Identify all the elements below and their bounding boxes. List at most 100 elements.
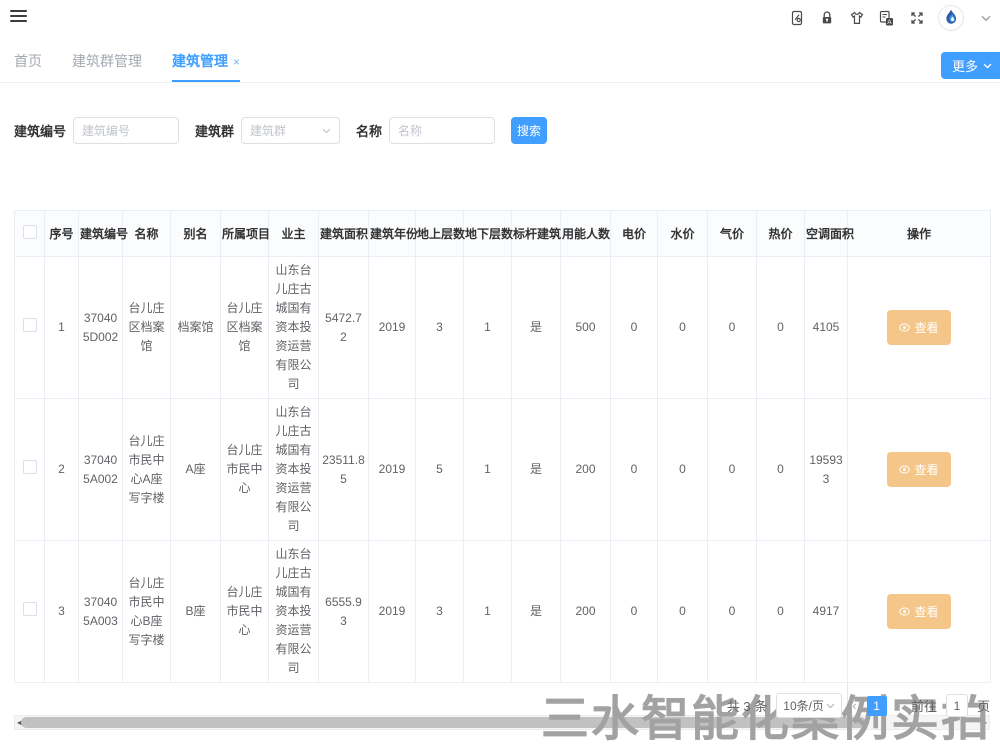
row-checkbox[interactable] — [23, 318, 37, 332]
next-page-icon[interactable]: › — [896, 698, 902, 713]
prev-page-icon[interactable]: ‹ — [851, 698, 857, 713]
cell-alias: 档案馆 — [171, 257, 221, 399]
name-input[interactable] — [389, 117, 495, 144]
header-project: 所属项目 — [221, 211, 269, 257]
header-area: 建筑面积 — [319, 211, 369, 257]
cell-ac-area: 195933 — [805, 399, 848, 541]
header-gas-price: 气价 — [708, 211, 757, 257]
cell-elec-price: 0 — [611, 257, 658, 399]
eye-icon — [899, 323, 910, 332]
user-menu-chevron-icon[interactable] — [977, 10, 994, 27]
building-table: 序号 建筑编号 名称 别名 所属项目 业主 建筑面积 建筑年份 地上层数 地下层… — [14, 210, 990, 730]
header-owner: 业主 — [269, 211, 319, 257]
cell-area: 5472.72 — [319, 257, 369, 399]
tabbar: 首页 建筑群管理 建筑管理× 更多 — [0, 48, 1000, 83]
cell-action: 查看 — [848, 541, 991, 683]
tab-home[interactable]: 首页 — [14, 51, 42, 82]
cell-project: 台儿庄市民中心 — [221, 399, 269, 541]
cell-gas-price: 0 — [708, 257, 757, 399]
cell-ac-area: 4917 — [805, 541, 848, 683]
cell-action: 查看 — [848, 399, 991, 541]
avatar[interactable] — [938, 5, 964, 31]
page-unit-label: 页 — [977, 696, 990, 715]
lock-icon[interactable] — [818, 10, 835, 27]
row-checkbox[interactable] — [23, 460, 37, 474]
theme-icon[interactable] — [848, 10, 865, 27]
eye-icon — [899, 607, 910, 616]
cell-name: 台儿庄市民中心A座写字楼 — [123, 399, 171, 541]
row-checkbox[interactable] — [23, 602, 37, 616]
cell-name: 台儿庄区档案馆 — [123, 257, 171, 399]
log-icon[interactable] — [788, 10, 805, 27]
table-row: 1 370405D002 台儿庄区档案馆 档案馆 台儿庄区档案馆 山东台儿庄古城… — [15, 257, 991, 399]
header-index: 序号 — [45, 211, 79, 257]
scroll-right-arrow-icon[interactable]: ▶ — [981, 718, 987, 728]
select-all-checkbox[interactable] — [23, 225, 37, 239]
cell-ac-area: 4105 — [805, 257, 848, 399]
header-floors-above: 地上层数 — [416, 211, 464, 257]
header-ac-area: 空调面积 — [805, 211, 848, 257]
more-button[interactable]: 更多 — [941, 52, 1000, 79]
code-input[interactable] — [73, 117, 179, 144]
header-alias: 别名 — [171, 211, 221, 257]
cell-floors-below: 1 — [464, 399, 512, 541]
header-benchmark: 标杆建筑 — [512, 211, 561, 257]
cell-heat-price: 0 — [757, 257, 805, 399]
group-select[interactable]: 建筑群 — [241, 117, 340, 144]
view-button[interactable]: 查看 — [887, 594, 950, 629]
cell-index: 1 — [45, 257, 79, 399]
name-label: 名称 — [356, 121, 382, 140]
chevron-down-icon — [826, 703, 835, 709]
cell-area: 6555.93 — [319, 541, 369, 683]
cell-floors-above: 5 — [416, 399, 464, 541]
chevron-down-icon — [322, 128, 331, 134]
cell-year: 2019 — [369, 541, 416, 683]
view-button[interactable]: 查看 — [887, 452, 950, 487]
cell-occupants: 200 — [561, 541, 611, 683]
cell-code: 370405A003 — [79, 541, 123, 683]
cell-water-price: 0 — [658, 257, 708, 399]
cell-index: 2 — [45, 399, 79, 541]
header-occupants: 用能人数 — [561, 211, 611, 257]
total-count: 共 3 条 — [727, 696, 767, 715]
eye-icon — [899, 465, 910, 474]
header-row: 序号 建筑编号 名称 别名 所属项目 业主 建筑面积 建筑年份 地上层数 地下层… — [15, 211, 991, 257]
menu-toggle-icon[interactable] — [10, 10, 27, 25]
cell-gas-price: 0 — [708, 541, 757, 683]
cell-water-price: 0 — [658, 541, 708, 683]
header-year: 建筑年份 — [369, 211, 416, 257]
cell-benchmark: 是 — [512, 257, 561, 399]
search-button[interactable]: 搜索 — [511, 117, 547, 144]
code-label: 建筑编号 — [14, 121, 66, 140]
cell-floors-below: 1 — [464, 541, 512, 683]
header-name: 名称 — [123, 211, 171, 257]
cell-owner: 山东台儿庄古城国有资本投资运营有限公司 — [269, 541, 319, 683]
page-number-button[interactable]: 1 — [867, 696, 887, 716]
cell-alias: A座 — [171, 399, 221, 541]
cell-year: 2019 — [369, 399, 416, 541]
cell-heat-price: 0 — [757, 399, 805, 541]
cell-heat-price: 0 — [757, 541, 805, 683]
cell-year: 2019 — [369, 257, 416, 399]
cell-floors-above: 3 — [416, 257, 464, 399]
fullscreen-icon[interactable] — [908, 10, 925, 27]
cell-project: 台儿庄市民中心 — [221, 541, 269, 683]
page-size-select[interactable]: 10条/页 — [776, 693, 842, 718]
cell-action: 查看 — [848, 257, 991, 399]
cell-occupants: 500 — [561, 257, 611, 399]
goto-page-input[interactable] — [946, 694, 968, 717]
header-floors-below: 地下层数 — [464, 211, 512, 257]
tab-building-management[interactable]: 建筑管理× — [172, 51, 240, 82]
header-heat-price: 热价 — [757, 211, 805, 257]
group-label: 建筑群 — [195, 121, 234, 140]
cell-benchmark: 是 — [512, 541, 561, 683]
cell-elec-price: 0 — [611, 541, 658, 683]
cell-owner: 山东台儿庄古城国有资本投资运营有限公司 — [269, 257, 319, 399]
language-icon[interactable]: A — [878, 10, 895, 27]
pagination: 共 3 条 10条/页 ‹ 1 › 前往 页 — [727, 693, 990, 718]
view-button[interactable]: 查看 — [887, 310, 950, 345]
tab-close-icon[interactable]: × — [233, 55, 240, 69]
topbar-actions: A — [788, 5, 994, 31]
tab-building-group[interactable]: 建筑群管理 — [72, 51, 142, 82]
scrollbar-thumb[interactable] — [21, 717, 866, 728]
